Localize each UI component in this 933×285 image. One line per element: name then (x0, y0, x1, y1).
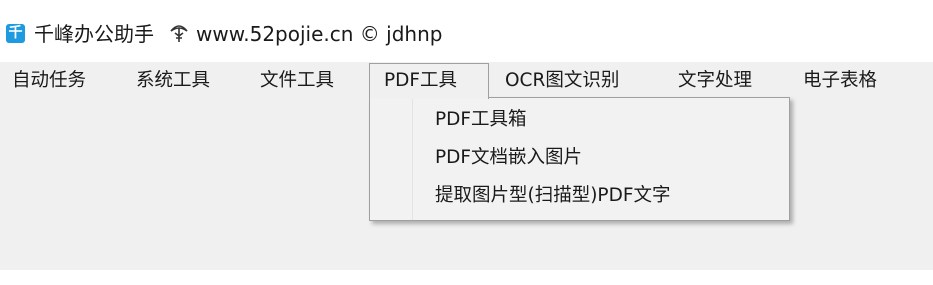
menu-item-ocr[interactable]: OCR图文识别 (505, 62, 619, 100)
window-title-prefix: 千峰办公助手 (34, 22, 154, 46)
menu-item-auto-tasks[interactable]: 自动任务 (12, 62, 86, 100)
dropdown-item-label: 提取图片型(扫描型)PDF文字 (435, 185, 671, 206)
52pojie-logo-icon (168, 22, 190, 51)
dropdown-item-label: PDF工具箱 (435, 109, 527, 130)
title-bar: 千 千峰办公助手 www.52pojie.cn © jdhnp (0, 0, 933, 62)
window-bottom-edge (0, 270, 933, 285)
menu-item-text-processing[interactable]: 文字处理 (678, 62, 752, 100)
dropdown-item-pdf-toolbox[interactable]: PDF工具箱 (371, 102, 788, 138)
menu-bar: 自动任务 系统工具 文件工具 PDF工具 OCR图文识别 文字处理 电子表格 (0, 62, 933, 100)
dropdown-item-label: PDF文档嵌入图片 (435, 147, 583, 168)
window-title-suffix: www.52pojie.cn © jdhnp (196, 22, 443, 46)
menu-item-file-tools[interactable]: 文件工具 (260, 62, 334, 100)
menu-item-system-tools[interactable]: 系统工具 (136, 62, 210, 100)
menu-item-pdf-tools[interactable]: PDF工具 (369, 63, 489, 99)
menu-item-spreadsheet[interactable]: 电子表格 (803, 62, 877, 100)
dropdown-item-pdf-embed-image[interactable]: PDF文档嵌入图片 (371, 140, 788, 176)
dropdown-item-extract-scanned-pdf-text[interactable]: 提取图片型(扫描型)PDF文字 (371, 178, 788, 214)
pdf-tools-dropdown-menu: PDF工具箱 PDF文档嵌入图片 提取图片型(扫描型)PDF文字 (369, 97, 790, 221)
app-icon: 千 (6, 24, 25, 43)
window-title: 千峰办公助手 www.52pojie.cn © jdhnp (34, 20, 442, 51)
